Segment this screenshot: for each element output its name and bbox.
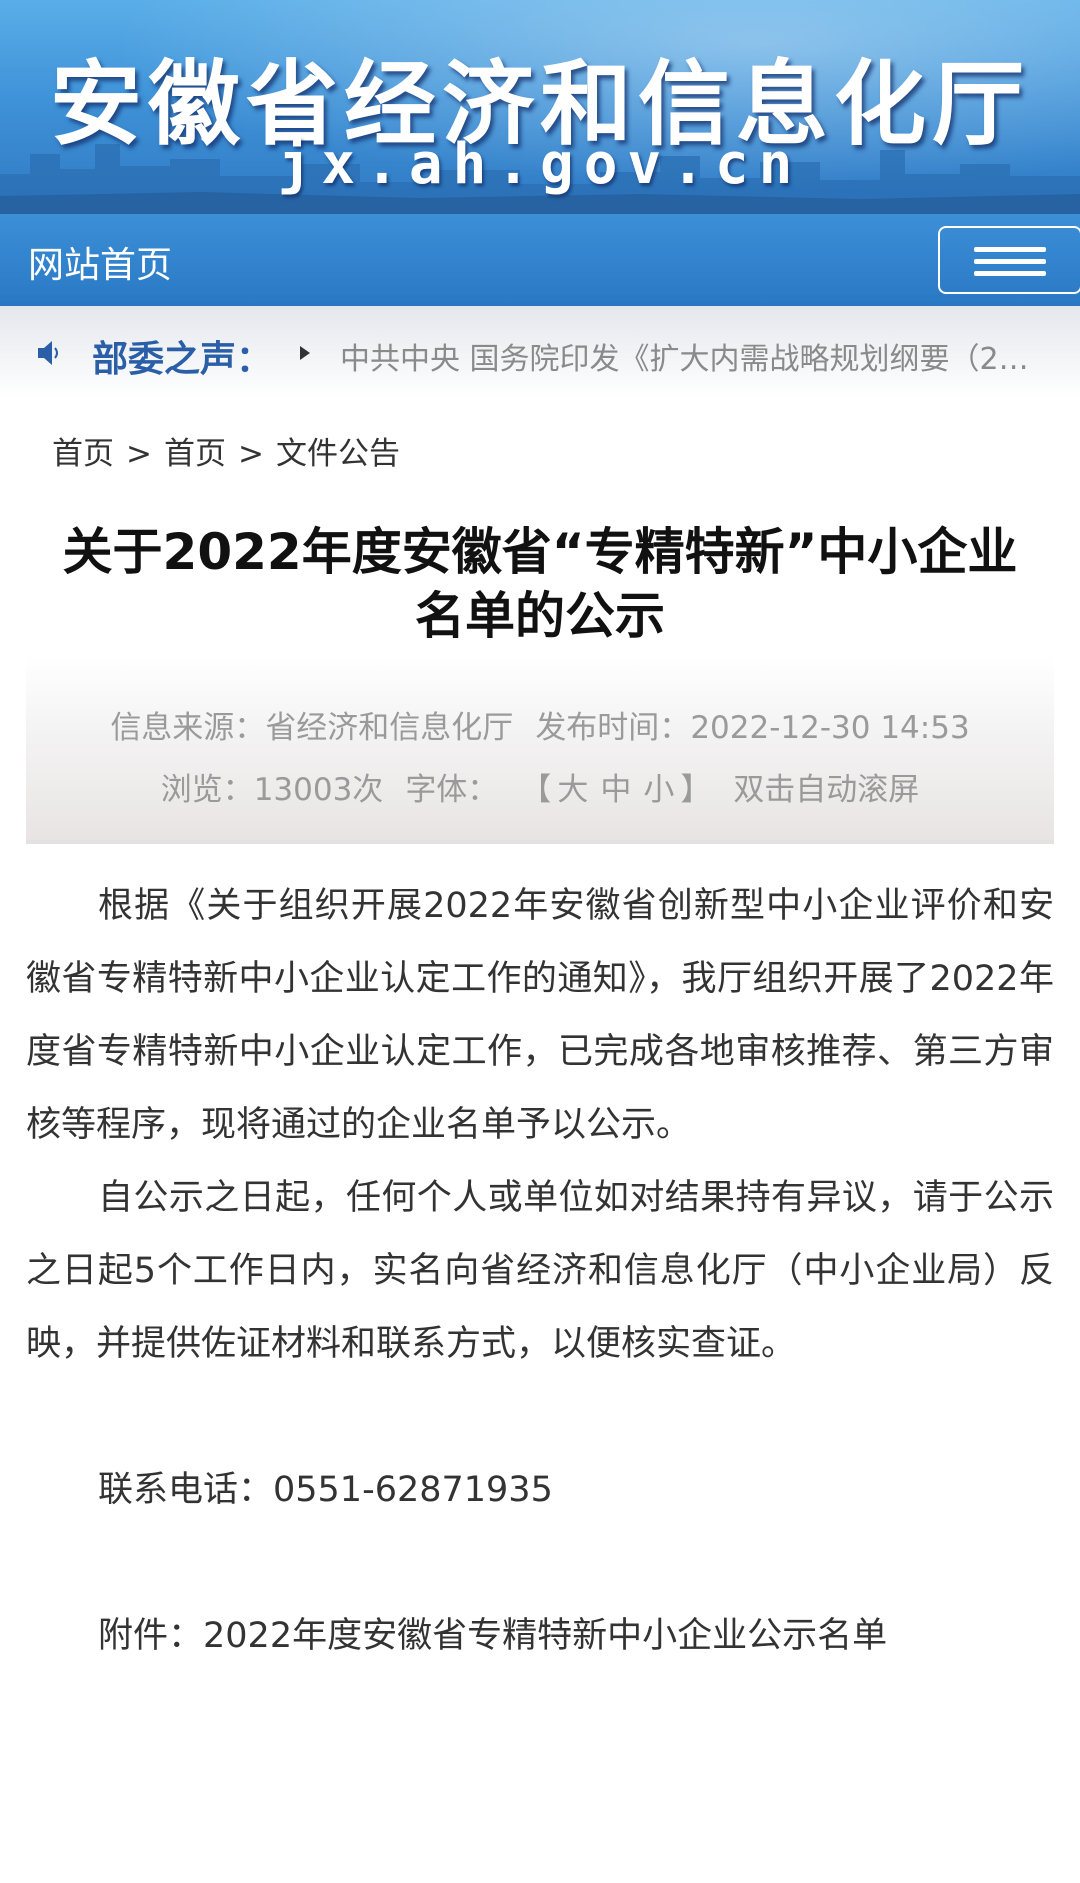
paragraph-1: 根据《关于组织开展2022年安徽省创新型中小企业评价和安徽省专精特新中小企业认定…: [26, 886, 1054, 1145]
source-label: 信息来源：: [110, 710, 266, 746]
breadcrumb-separator: >: [237, 436, 264, 472]
site-banner: 安徽省经济和信息化厅 jx.ah.gov.cn: [0, 0, 1080, 214]
publish-label: 发布时间：: [535, 710, 691, 746]
speaker-icon: [38, 341, 58, 365]
font-size-large-button[interactable]: 大: [557, 772, 588, 808]
nav-bar: 网站首页: [0, 214, 1080, 306]
breadcrumb-home-2[interactable]: 首页: [164, 436, 226, 472]
paragraph-2: 自公示之日起，任何个人或单位如对结果持有异议，请于公示之日起5个工作日内，实名向…: [26, 1178, 1054, 1364]
article-content: 根据《关于组织开展2022年安徽省创新型中小企业评价和安徽省专精特新中小企业认定…: [26, 870, 1054, 1673]
ticker-label: 部委之声：: [92, 339, 273, 380]
menu-button[interactable]: [938, 226, 1080, 294]
meta-line-1: 信息来源：省经济和信息化厅 发布时间：2022-12-30 14:53: [26, 702, 1054, 747]
article-title-line-2: 名单的公示: [415, 587, 665, 645]
article-meta: 信息来源：省经济和信息化厅 发布时间：2022-12-30 14:53 浏览：13…: [26, 656, 1054, 844]
publish-value: 2022-12-30 14:53: [690, 710, 970, 746]
attachment-label: 附件：: [98, 1616, 204, 1656]
home-link[interactable]: 网站首页: [28, 236, 172, 288]
news-ticker: 部委之声： 中共中央 国务院印发《扩大内需战略规划纲要（2022－2035年）》: [0, 306, 1080, 398]
meta-line-2: 浏览：13003次 字体： 【大中小】双击自动滚屏: [26, 764, 1054, 809]
views-label: 浏览：: [160, 772, 254, 808]
ticker-headline-link[interactable]: 中共中央 国务院印发《扩大内需战略规划纲要（2022－2035年）》: [340, 334, 1040, 378]
breadcrumb-separator: >: [126, 436, 152, 472]
hamburger-menu-icon: [974, 259, 1046, 264]
autoscroll-toggle[interactable]: 双击自动滚屏: [733, 772, 919, 808]
hamburger-menu-icon: [974, 247, 1046, 252]
font-bracket-open: 【: [520, 772, 552, 808]
contact-phone: 联系电话：0551-62871935: [98, 1470, 553, 1510]
font-bracket-close: 】: [680, 772, 712, 808]
breadcrumb: 首页 > 首页 > 文件公告: [52, 428, 400, 473]
font-label: 字体：: [405, 772, 499, 808]
font-size-medium-button[interactable]: 中: [600, 772, 631, 808]
breadcrumb-home[interactable]: 首页: [52, 436, 114, 472]
site-domain: jx.ah.gov.cn: [277, 132, 803, 197]
source-value: 省经济和信息化厅: [265, 710, 514, 746]
article-title: 关于2022年度安徽省“专精特新”中小企业 名单的公示: [30, 520, 1050, 648]
play-arrow-icon: [300, 346, 310, 360]
attachment-link[interactable]: 2022年度安徽省专精特新中小企业公示名单: [203, 1616, 887, 1656]
hamburger-menu-icon: [974, 271, 1046, 276]
attachment-line: 附件：2022年度安徽省专精特新中小企业公示名单: [26, 1600, 1054, 1673]
breadcrumb-current[interactable]: 文件公告: [276, 436, 400, 472]
views-value: 13003次: [253, 772, 384, 808]
font-size-small-button[interactable]: 小: [643, 772, 674, 808]
article-title-line-1: 关于2022年度安徽省“专精特新”中小企业: [62, 523, 1018, 581]
